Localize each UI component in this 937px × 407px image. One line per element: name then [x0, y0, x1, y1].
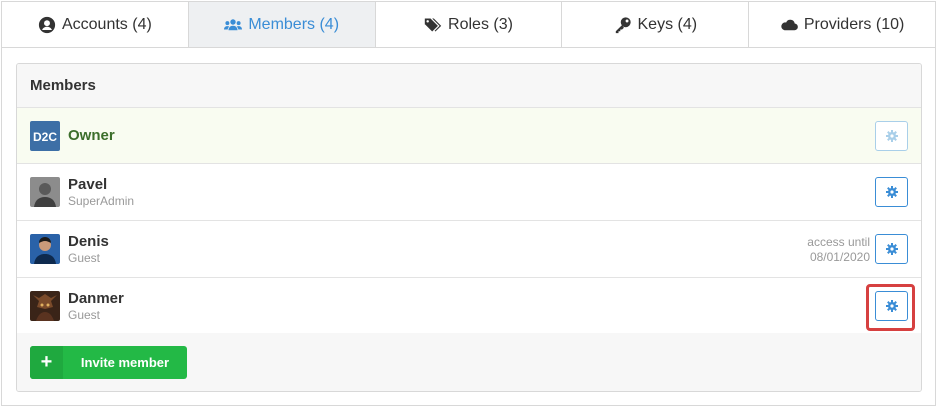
tab-providers[interactable]: Providers (10) [749, 2, 935, 47]
tab-members[interactable]: Members (4) [188, 2, 376, 47]
access-expiry: access until 08/01/2020 [807, 235, 870, 265]
invite-label: Invite member [80, 354, 170, 370]
avatar [30, 177, 60, 207]
access-label: access until [807, 235, 870, 249]
member-row-owner: D2C Owner [17, 108, 921, 164]
member-name: Danmer [68, 289, 124, 307]
member-role: Guest [68, 307, 101, 322]
member-name: Owner [68, 126, 115, 144]
gear-icon [885, 243, 898, 255]
access-date: 08/01/2020 [809, 250, 870, 264]
panel-footer: + Invite member [17, 333, 921, 391]
tab-label: Providers (10) [803, 15, 905, 33]
tab-label: Roles (3) [448, 15, 513, 33]
member-name: Pavel [68, 175, 108, 193]
d2c-logo-avatar: D2C [30, 120, 60, 151]
member-role: SuperAdmin [68, 193, 135, 208]
members-window: Accounts (4) Members (4) Roles (3) Keys … [1, 1, 936, 406]
tab-accounts[interactable]: Accounts (4) [2, 2, 189, 47]
tab-roles[interactable]: Roles (3) [375, 2, 563, 47]
danmer-settings-button[interactable] [875, 291, 908, 321]
panel-title: Members [17, 64, 921, 108]
member-row-pavel: Pavel SuperAdmin [17, 164, 921, 221]
owner-settings-button[interactable] [875, 121, 908, 151]
pavel-settings-button[interactable] [875, 177, 908, 207]
cloud-icon [781, 19, 798, 30]
avatar [30, 291, 60, 321]
tags-icon [424, 17, 442, 32]
plus-icon: + [30, 345, 63, 379]
gear-icon [885, 130, 898, 142]
key-icon [615, 16, 631, 33]
gear-icon [885, 186, 898, 198]
member-name: Denis [68, 232, 109, 250]
tab-label: Members (4) [248, 15, 340, 33]
tab-label: Accounts (4) [61, 15, 152, 33]
denis-settings-button[interactable] [875, 234, 908, 264]
tab-label: Keys (4) [637, 15, 698, 33]
member-row-danmer: Danmer Guest [17, 278, 921, 335]
member-row-denis: Denis Guest access until 08/01/2020 [17, 221, 921, 278]
user-circle-icon [38, 16, 56, 33]
tab-keys[interactable]: Keys (4) [562, 2, 750, 47]
gear-icon [885, 300, 898, 312]
avatar [30, 234, 60, 264]
tab-bar: Accounts (4) Members (4) Roles (3) Keys … [2, 2, 935, 48]
members-panel: Members D2C Owner Pavel SuperAdmin Denis… [16, 63, 922, 392]
member-role: Guest [68, 250, 101, 265]
users-icon [224, 18, 243, 30]
invite-member-button[interactable]: + Invite member [30, 345, 187, 379]
logo-text: D2C [33, 130, 57, 144]
